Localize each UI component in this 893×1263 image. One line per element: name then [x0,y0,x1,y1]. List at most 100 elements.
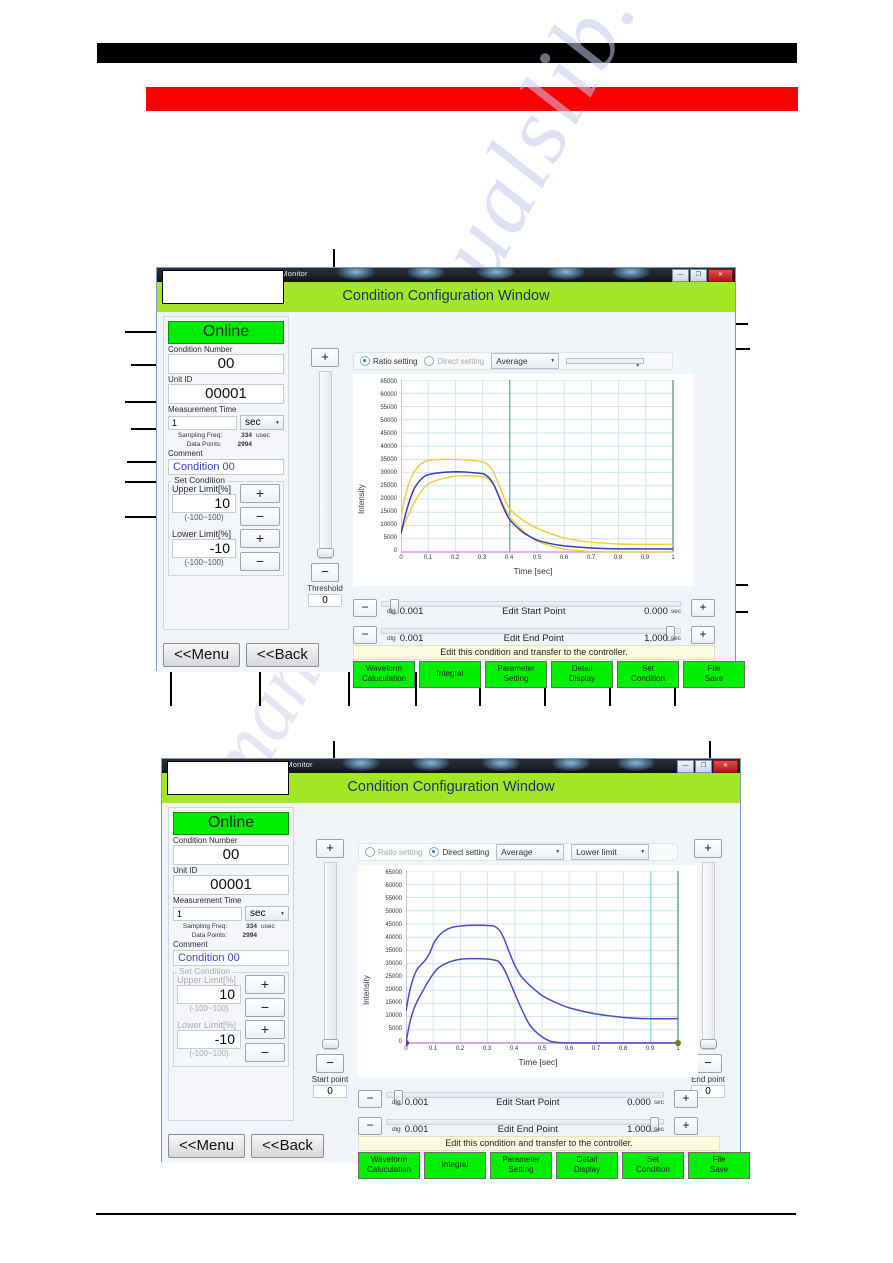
chart-y-tick: 50000 [380,418,397,424]
end-point-decrement-button[interactable]: − [694,1054,722,1073]
parameter-setting-line1-2: Parameter [502,1155,540,1164]
menu-button[interactable]: <<Menu [163,643,241,667]
lower-limit-increment-button[interactable]: + [240,529,280,548]
titlebar-glow [477,268,515,280]
start-point-decrement-button[interactable]: − [316,1054,344,1073]
waveform-calculation-button[interactable]: Waveform Caluculation [353,661,415,688]
edit-end-point-increment-button-2[interactable]: + [674,1117,698,1135]
app-window-2[interactable]: 300A Laser Weld Monitor — ❐ ✕ Condition … [161,758,750,1179]
limit-dropdown[interactable]: ▼ [566,358,645,369]
intensity-chart-2: Intensity 65000 60000 55000 50000 45000 … [358,865,698,1077]
minimize-button[interactable]: — [677,760,694,773]
mode-dropdown[interactable]: Average ▼ [491,353,560,369]
app-window-1[interactable]: 300A Laser Weld Monitor — ❐ ✕ Condition … [156,267,745,688]
edit-end-point-decrement-button[interactable]: − [353,626,377,644]
limit-dropdown-2[interactable]: Lower limit ▼ [571,844,650,860]
file-save-button-2[interactable]: File Save [688,1152,750,1179]
window-controls[interactable]: — ❐ ✕ [672,269,733,282]
condition-number-label: Condition Number [168,345,233,354]
chart-y-tick: 0 [393,548,397,554]
upper-limit-increment-button-2[interactable]: + [245,975,285,994]
set-condition-button[interactable]: Set Condition [617,661,679,688]
edit-end-point-increment-button[interactable]: + [691,626,715,644]
sampling-freq-unit: usec [256,432,270,439]
lower-limit-stepper-2: + − [245,1020,285,1062]
chart-x-tick: 0.1 [423,555,433,561]
parameter-setting-button[interactable]: Parameter Setting [485,661,547,688]
lower-limit-stepper: + − [240,529,280,571]
edit-end-point-slider[interactable]: dig 0.001 Edit End Point 1.000 sec [381,625,681,644]
waveform-calculation-button-2[interactable]: Waveform Caluculation [358,1152,420,1179]
condition-number-value-2[interactable]: 00 [173,845,289,865]
threshold-increment-button[interactable]: + [311,348,339,367]
edit-end-point-decrement-button-2[interactable]: − [358,1117,382,1135]
integral-button[interactable]: Integral [419,661,481,688]
threshold-decrement-button[interactable]: − [311,563,339,582]
ratio-setting-radio-2[interactable]: Ratio setting [365,847,422,857]
edit-start-point-increment-button[interactable]: + [691,599,715,617]
edit-start-point-slider-2[interactable]: dig 0.001 Edit Start Point 0.000 sec [386,1089,664,1108]
data-points-value: 2994 [237,441,252,448]
integral-button-2[interactable]: Integral [424,1152,486,1179]
lower-limit-increment-button-2[interactable]: + [245,1020,285,1039]
start-point-slider-thumb[interactable] [321,1039,339,1049]
ratio-setting-radio[interactable]: Ratio setting [360,356,417,366]
unit-id-value-2[interactable]: 00001 [173,875,289,895]
maximize-button[interactable]: ❐ [690,269,707,282]
minimize-button[interactable]: — [672,269,689,282]
upper-limit-increment-button[interactable]: + [240,484,280,503]
close-button[interactable]: ✕ [713,760,738,773]
unit-id-value[interactable]: 00001 [168,384,284,404]
waveform-calculation-line1-2: Waveform [370,1155,408,1164]
unit-id-label-2: Unit ID [173,866,198,875]
maximize-button[interactable]: ❐ [695,760,712,773]
start-point-increment-button[interactable]: + [316,839,344,858]
edit-end-point-slider-2[interactable]: dig 0.001 Edit End Point 1.000 sec [386,1116,664,1135]
upper-limit-value-2[interactable]: 10 [177,985,241,1004]
set-condition-button-2[interactable]: Set Condition [622,1152,684,1179]
detail-display-button-2[interactable]: Detail Display [556,1152,618,1179]
end-point-slider-track[interactable] [699,862,717,1050]
threshold-slider-thumb[interactable] [316,548,334,558]
back-button-2[interactable]: <<Back [251,1134,324,1158]
lower-limit-value[interactable]: -10 [172,539,236,558]
measurement-time-unit-select[interactable]: sec ▼ [240,415,284,430]
upper-limit-decrement-button[interactable]: − [240,507,280,526]
menu-button-2[interactable]: <<Menu [168,1134,246,1158]
measurement-time-unit-select-2[interactable]: sec ▼ [245,906,289,921]
parameter-setting-button-2[interactable]: Parameter Setting [490,1152,552,1179]
chart-x-tick-2: 0.2 [455,1046,465,1052]
direct-setting-radio[interactable]: Direct setting [424,356,484,366]
threshold-value[interactable]: 0 [308,594,342,607]
upper-limit-decrement-button-2[interactable]: − [245,998,285,1017]
mode-dropdown-2[interactable]: Average ▼ [496,844,565,860]
edit-start-point-decrement-button[interactable]: − [353,599,377,617]
start-point-value[interactable]: 0 [313,1085,347,1098]
lower-limit-decrement-button-2[interactable]: − [245,1043,285,1062]
measurement-time-label-2: Measurement Time [173,896,242,905]
start-point-slider-track[interactable] [321,862,339,1050]
unit-id-label: Unit ID [168,375,193,384]
measurement-time-input-2[interactable]: 1 [173,906,242,921]
condition-number-value[interactable]: 00 [168,354,284,374]
direct-setting-radio-2[interactable]: Direct setting [429,847,489,857]
detail-display-button[interactable]: Detail Display [551,661,613,688]
comment-input[interactable]: Condition 00 [168,459,284,475]
edit-start-point-decrement-button-2[interactable]: − [358,1090,382,1108]
lower-limit-value-2[interactable]: -10 [177,1030,241,1049]
upper-limit-value[interactable]: 10 [172,494,236,513]
edit-start-point-slider[interactable]: dig 0.001 Edit Start Point 0.000 sec [381,598,681,617]
threshold-slider-track[interactable] [316,371,334,559]
lower-limit-decrement-button[interactable]: − [240,552,280,571]
file-save-button[interactable]: File Save [683,661,745,688]
radio-on-icon [429,847,440,857]
end-point-increment-button[interactable]: + [694,839,722,858]
chart-x-tick-2: 1 [676,1046,680,1052]
measurement-time-input[interactable]: 1 [168,415,237,430]
edit-start-point-increment-button-2[interactable]: + [674,1090,698,1108]
window-controls-2[interactable]: — ❐ ✕ [677,760,738,773]
comment-input-2[interactable]: Condition 00 [173,950,289,966]
end-point-slider-thumb[interactable] [699,1039,717,1049]
close-button[interactable]: ✕ [708,269,733,282]
back-button[interactable]: <<Back [246,643,319,667]
